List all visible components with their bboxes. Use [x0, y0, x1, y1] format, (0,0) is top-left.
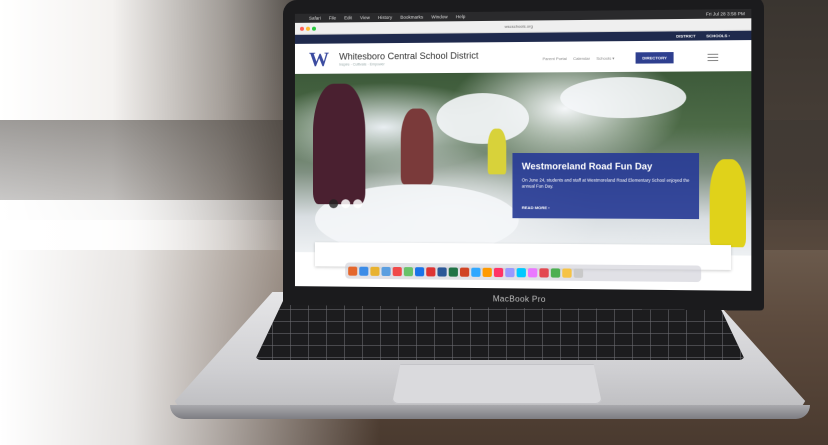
- district-tagline: Inspire · Cultivate · Empower: [339, 62, 385, 67]
- menu-view[interactable]: View: [360, 15, 370, 20]
- menu-clock[interactable]: Fri Jul 28 3:58 PM: [706, 11, 745, 17]
- main-nav: Parent Portal Calendar Schools ▾: [543, 56, 615, 62]
- slide-dot[interactable]: [353, 199, 363, 209]
- launchpad-icon[interactable]: [359, 266, 369, 276]
- person-in-hoodie: [312, 83, 366, 205]
- trackpad: [392, 364, 602, 404]
- menu-safari[interactable]: Safari: [309, 16, 321, 21]
- slideshow-pager: [329, 199, 363, 209]
- photoshop-icon[interactable]: [471, 267, 481, 277]
- hero-title[interactable]: Westmoreland Road Fun Day: [522, 161, 690, 171]
- utility-link-district[interactable]: DISTRICT: [676, 33, 696, 38]
- premiere-icon[interactable]: [505, 267, 515, 277]
- photos-icon[interactable]: [426, 266, 436, 276]
- mac-dock: [345, 262, 702, 283]
- hero-slideshow: Westmoreland Road Fun Day On June 24, st…: [294, 71, 752, 256]
- menu-edit[interactable]: Edit: [344, 15, 352, 20]
- hero-caption: Westmoreland Road Fun Day On June 24, st…: [512, 153, 700, 220]
- powerpoint-icon[interactable]: [459, 267, 470, 277]
- trash-icon[interactable]: [573, 268, 584, 278]
- child-figure: [709, 159, 746, 248]
- indesign-icon[interactable]: [493, 267, 504, 277]
- mail-icon[interactable]: [415, 266, 425, 276]
- minimize-window-icon[interactable]: [305, 26, 310, 31]
- calendar-icon[interactable]: [392, 266, 402, 276]
- nav-schools[interactable]: Schools ▾: [596, 56, 614, 61]
- district-name[interactable]: Whitesboro Central School District: [339, 50, 478, 61]
- district-logo[interactable]: W: [309, 49, 331, 71]
- laptop-lid: Safari File Edit View History Bookmarks …: [283, 0, 765, 311]
- hero-body: On June 24, students and staff at Westmo…: [521, 177, 690, 189]
- close-window-icon[interactable]: [299, 26, 304, 31]
- word-icon[interactable]: [437, 266, 447, 277]
- notes-icon[interactable]: [550, 267, 561, 278]
- safari-icon[interactable]: [381, 266, 391, 276]
- lightroom-icon[interactable]: [516, 267, 526, 277]
- menu-help[interactable]: Help: [456, 14, 465, 19]
- nav-calendar[interactable]: Calendar: [573, 56, 590, 61]
- foam-cloud: [436, 92, 530, 144]
- acrobat-icon[interactable]: [539, 267, 549, 278]
- laptop-brand-label: MacBook Pro: [492, 294, 546, 305]
- messages-icon[interactable]: [403, 266, 413, 276]
- read-more-link[interactable]: READ MORE ›: [522, 205, 550, 210]
- excel-icon[interactable]: [448, 266, 458, 277]
- foam-cloud: [560, 76, 687, 119]
- address-bar[interactable]: wscschools.org: [457, 22, 581, 30]
- child-figure: [487, 128, 507, 175]
- child-figure: [400, 108, 434, 185]
- finder-icon[interactable]: [348, 266, 358, 276]
- help-icon[interactable]: [562, 267, 572, 278]
- laptop-front-edge: [170, 405, 810, 419]
- zoom-window-icon[interactable]: [311, 26, 317, 31]
- site-header: W Whitesboro Central School District Ins…: [294, 40, 752, 74]
- slide-dot[interactable]: [341, 199, 351, 209]
- menu-bookmarks[interactable]: Bookmarks: [400, 15, 423, 20]
- chrome-icon[interactable]: [370, 266, 380, 276]
- illustrator-icon[interactable]: [482, 267, 492, 277]
- utility-link-schools[interactable]: SCHOOLS ›: [706, 33, 730, 38]
- pause-icon[interactable]: [329, 199, 339, 209]
- directory-button[interactable]: DIRECTORY: [635, 52, 674, 64]
- xd-icon[interactable]: [527, 267, 538, 277]
- menu-file[interactable]: File: [329, 15, 336, 20]
- menu-window[interactable]: Window: [431, 14, 447, 19]
- nav-parent-portal[interactable]: Parent Portal: [543, 56, 567, 61]
- menu-history[interactable]: History: [378, 15, 392, 20]
- laptop-screen: Safari File Edit View History Bookmarks …: [294, 8, 752, 291]
- hamburger-menu-icon[interactable]: [707, 53, 719, 62]
